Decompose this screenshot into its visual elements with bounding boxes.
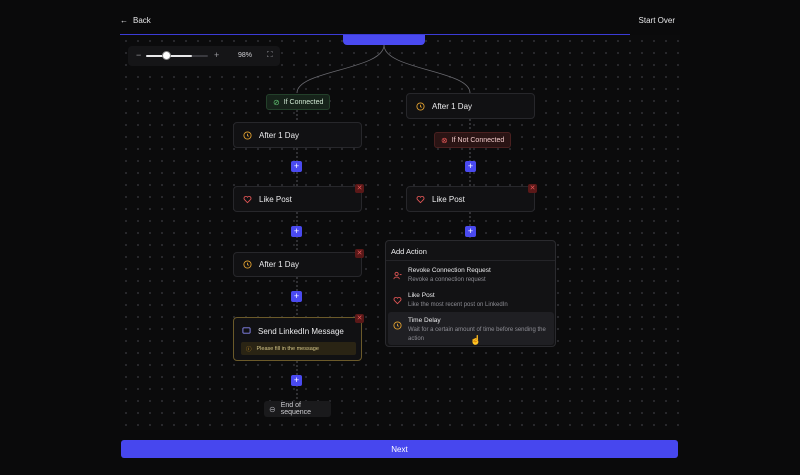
add-step-button[interactable]: + [465,226,476,237]
menu-item-desc: Like the most recent post on LinkedIn [408,302,508,308]
next-button[interactable]: Next [121,440,678,458]
heart-icon [415,194,425,204]
alert-icon: ⓘ [246,346,252,353]
menu-title: Add Action [391,247,427,256]
delete-step-button[interactable]: ✕ [355,314,364,323]
menu-item-title: Revoke Connection Request [408,267,491,274]
menu-item-desc: Revoke a connection request [408,277,486,283]
start-over-button[interactable]: Start Over [639,16,675,25]
delete-step-button[interactable]: ✕ [355,184,364,193]
flow-canvas[interactable] [120,35,680,430]
step-label: After 1 Day [259,130,300,140]
step-like-post[interactable]: Like Post [233,186,362,212]
x-circle-icon: ⊗ [441,135,448,145]
step-title: Send LinkedIn Message [242,326,344,337]
mouse-pointer-icon: ☝ [470,335,482,345]
step-label: After 1 Day [259,260,300,269]
menu-divider [386,260,555,261]
warning-banner: ⓘ Please fill in the message [241,342,356,355]
clock-icon [242,260,252,270]
step-label: Like Post [432,194,465,204]
step-after-1-day[interactable]: After 1 Day [233,122,362,148]
back-button[interactable]: ← Back [120,16,151,25]
add-action-menu: Add Action Revoke Connection Request Rev… [385,240,556,347]
menu-item-revoke-connection[interactable]: Revoke Connection Request Revoke a conne… [388,262,554,286]
start-node[interactable] [343,35,425,45]
if-connected-badge: ⊘ If Connected [266,94,331,110]
delete-step-button[interactable]: ✕ [355,249,364,258]
if-not-connected-badge: ⊗ If Not Connected [434,132,512,148]
step-send-linkedin-message[interactable]: Send LinkedIn Message ⓘ Please fill in t… [233,317,362,361]
step-after-1-day-right[interactable]: After 1 Day [406,93,535,119]
add-step-button[interactable]: + [291,226,302,237]
user-remove-icon [393,267,403,280]
heart-icon [242,194,252,204]
delete-step-button[interactable]: ✕ [528,184,537,193]
menu-item-title: Time Delay [408,317,441,324]
back-label: Back [133,16,151,25]
check-circle-icon: ⊘ [273,97,280,107]
add-step-button[interactable]: + [291,161,302,172]
arrow-left-icon: ← [120,16,128,25]
top-bar: ← Back Start Over [120,10,680,34]
clock-icon [415,101,425,111]
stop-circle-icon: ⊖ [269,404,276,414]
heart-icon [393,292,403,305]
zoom-out-button[interactable]: − [136,50,141,60]
step-label: Like Post [259,194,292,204]
menu-item-title: Like Post [408,292,435,299]
if-connected-label: If Connected [283,98,324,106]
end-of-sequence: ⊖ End of sequence [264,401,331,417]
zoom-slider-thumb[interactable] [162,51,171,60]
step-like-post-right[interactable]: Like Post [406,186,535,212]
step-label: Send LinkedIn Message [258,327,344,336]
end-label: End of sequence [280,402,312,416]
step-after-1-day[interactable]: After 1 Day [233,252,362,277]
if-not-connected-label: If Not Connected [451,136,505,144]
warning-text: Please fill in the message [256,345,319,352]
menu-item-like-post[interactable]: Like Post Like the most recent post on L… [388,287,554,311]
zoom-controls: − + 98% ⛶ [128,46,280,66]
zoom-level: 98% [238,52,253,59]
add-step-button[interactable]: + [291,375,302,386]
step-label: After 1 Day [432,101,473,111]
fullscreen-icon[interactable]: ⛶ [267,50,273,60]
clock-icon [242,130,252,140]
zoom-in-button[interactable]: + [214,50,219,60]
message-icon [242,326,251,337]
add-step-button[interactable]: + [291,291,302,302]
add-step-button[interactable]: + [465,161,476,172]
clock-icon [393,317,403,330]
